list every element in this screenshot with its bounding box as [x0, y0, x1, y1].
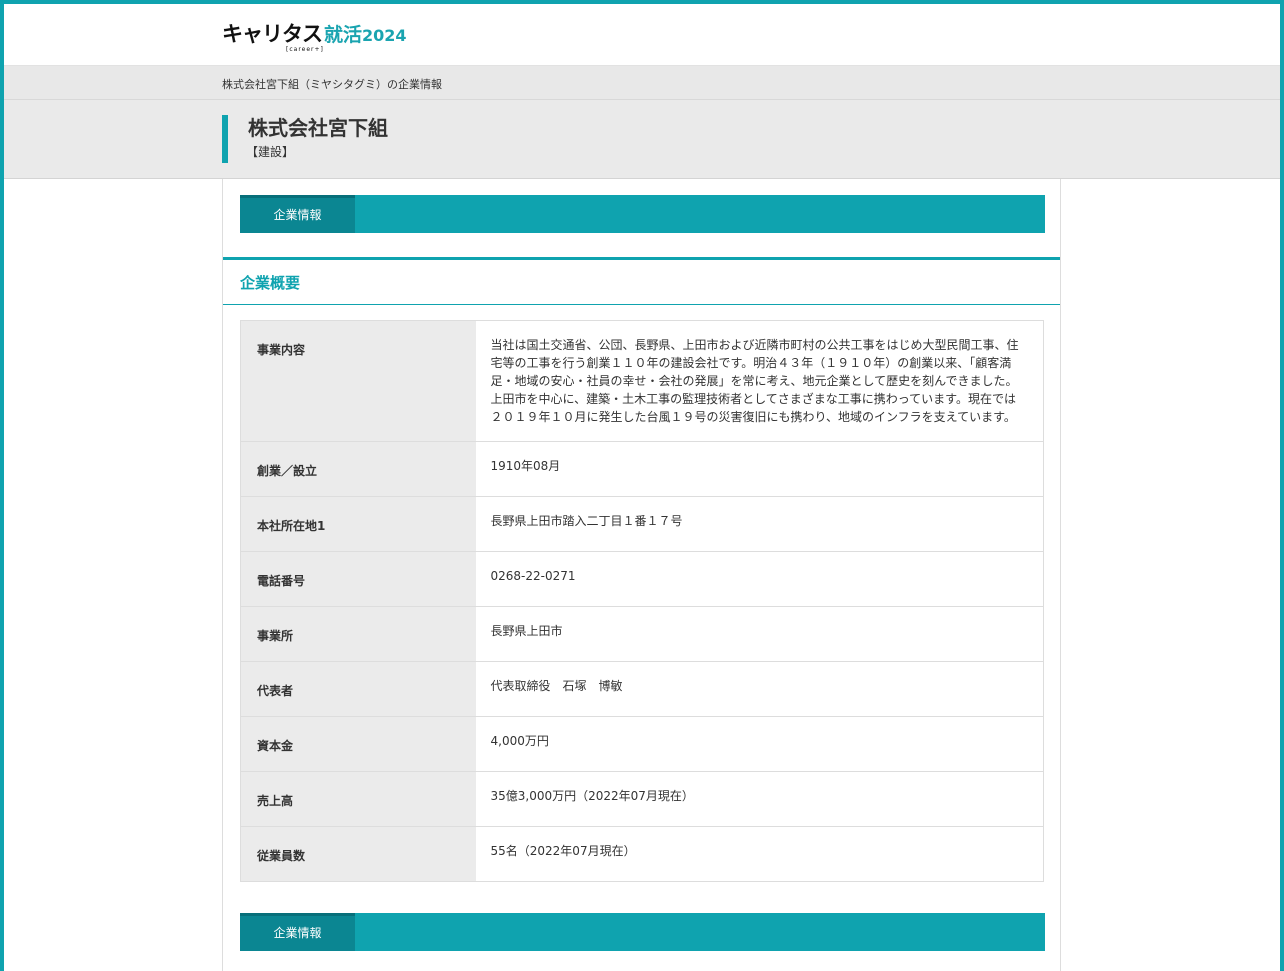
- row-label: 創業／設立: [240, 441, 476, 497]
- row-value: 長野県上田市: [475, 606, 1044, 662]
- site-header: キャリタス 就活 2024 [career+]: [4, 4, 1280, 65]
- table-row: 創業／設立 1910年08月: [240, 441, 1044, 497]
- logo-year: 2024: [362, 26, 407, 45]
- site-logo[interactable]: キャリタス 就活 2024 [career+]: [222, 18, 407, 53]
- row-label: 本社所在地1: [240, 496, 476, 552]
- table-row: 事業所 長野県上田市: [240, 606, 1044, 662]
- table-row: 本社所在地1 長野県上田市踏入二丁目１番１７号: [240, 496, 1044, 552]
- table-row: 電話番号 0268-22-0271: [240, 551, 1044, 607]
- main-content: 企業情報 企業概要 事業内容 当社は国土交通省、公団、長野県、上田市および近隣市…: [222, 179, 1061, 971]
- row-label: 代表者: [240, 661, 476, 717]
- logo-accent-text: 就活: [324, 24, 363, 46]
- row-label: 事業所: [240, 606, 476, 662]
- row-value: 35億3,000万円（2022年07月現在）: [475, 771, 1044, 827]
- row-value: 1910年08月: [475, 441, 1044, 497]
- section-title: 企業概要: [240, 274, 301, 292]
- row-label: 電話番号: [240, 551, 476, 607]
- company-title-block: 株式会社宮下組 【建設】: [222, 115, 388, 163]
- tab-bar-top: 企業情報: [240, 195, 1045, 233]
- tab-bar-bottom: 企業情報: [240, 913, 1045, 951]
- company-title-bar: 株式会社宮下組 【建設】: [4, 100, 1280, 179]
- row-value: 4,000万円: [475, 716, 1044, 772]
- logo-text: キャリタス: [222, 22, 323, 46]
- row-label: 売上高: [240, 771, 476, 827]
- company-overview-table: 事業内容 当社は国土交通省、公団、長野県、上田市および近隣市町村の公共工事をはじ…: [240, 320, 1044, 882]
- table-row: 売上高 35億3,000万円（2022年07月現在）: [240, 771, 1044, 827]
- row-value: 0268-22-0271: [475, 551, 1044, 607]
- breadcrumb: 株式会社宮下組（ミヤシタグミ）の企業情報: [222, 78, 442, 91]
- row-label: 事業内容: [240, 320, 476, 442]
- table-row: 代表者 代表取締役 石塚 博敏: [240, 661, 1044, 717]
- table-row: 資本金 4,000万円: [240, 716, 1044, 772]
- row-value: 当社は国土交通省、公団、長野県、上田市および近隣市町村の公共工事をはじめ大型民間…: [475, 320, 1044, 442]
- industry-label: 【建設】: [246, 145, 295, 159]
- row-value: 55名（2022年07月現在）: [475, 826, 1044, 882]
- tab-company-info-bottom[interactable]: 企業情報: [240, 913, 355, 951]
- tab-company-info[interactable]: 企業情報: [240, 195, 355, 233]
- row-value: 長野県上田市踏入二丁目１番１７号: [475, 496, 1044, 552]
- logo-subtext: [career+]: [286, 46, 324, 53]
- table-row: 従業員数 55名（2022年07月現在）: [240, 826, 1044, 882]
- row-label: 資本金: [240, 716, 476, 772]
- breadcrumb-bar: 株式会社宮下組（ミヤシタグミ）の企業情報: [4, 65, 1280, 100]
- page-title: 株式会社宮下組: [248, 116, 388, 140]
- row-value: 代表取締役 石塚 博敏: [475, 661, 1044, 717]
- row-label: 従業員数: [240, 826, 476, 882]
- table-row: 事業内容 当社は国土交通省、公団、長野県、上田市および近隣市町村の公共工事をはじ…: [240, 320, 1044, 442]
- section-header: 企業概要: [223, 257, 1060, 305]
